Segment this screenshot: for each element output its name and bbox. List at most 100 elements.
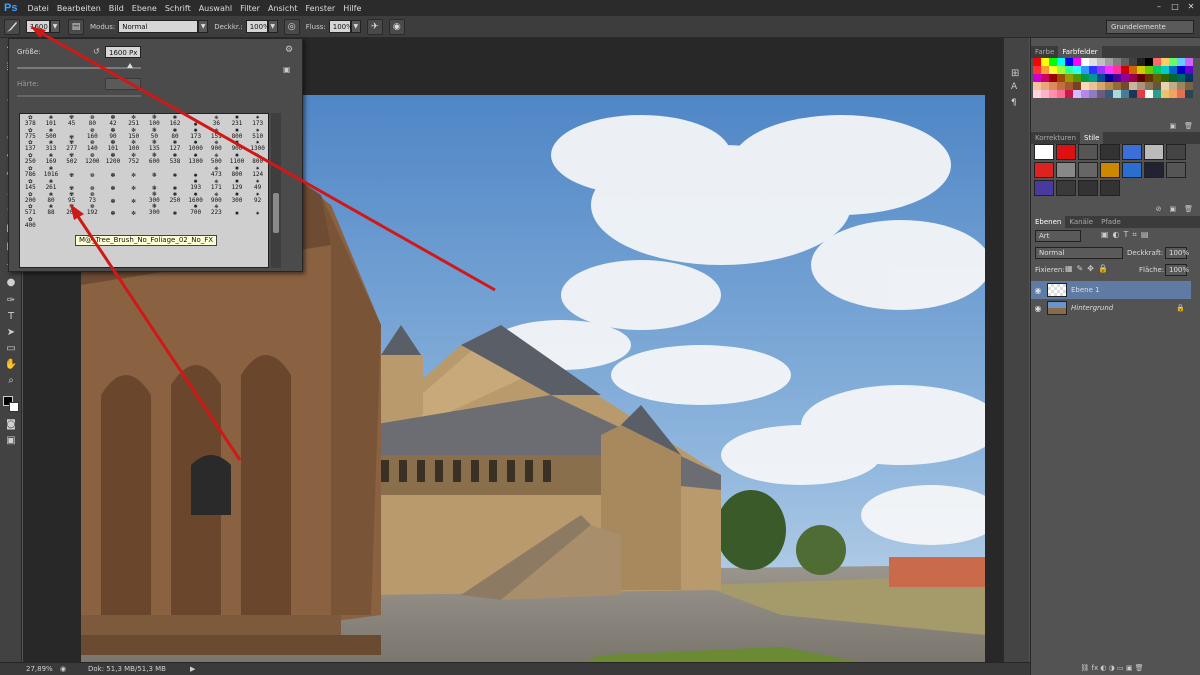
airbrush-icon[interactable]: ✈ bbox=[366, 18, 383, 35]
style-preset[interactable] bbox=[1078, 180, 1098, 196]
styles-grid[interactable] bbox=[1034, 144, 1186, 196]
brush-preset-cell[interactable]: ✸ bbox=[227, 204, 248, 217]
brush-preset-cell[interactable]: ❀ 88 bbox=[41, 203, 62, 217]
menu-datei[interactable]: Datei bbox=[23, 4, 52, 13]
menu-ansicht[interactable]: Ansicht bbox=[264, 4, 302, 13]
color-swatch[interactable] bbox=[1137, 58, 1145, 66]
brush-preset-cell[interactable]: ✿ 400 bbox=[20, 216, 41, 230]
color-swatch[interactable] bbox=[1065, 82, 1073, 90]
brush-preset-cell[interactable]: ✻ bbox=[123, 178, 144, 191]
color-swatch[interactable] bbox=[1153, 66, 1161, 74]
brush-preset-cell[interactable]: ✻ bbox=[123, 204, 144, 217]
style-preset[interactable] bbox=[1122, 144, 1142, 160]
style-preset[interactable] bbox=[1056, 162, 1076, 178]
color-swatch[interactable] bbox=[1065, 58, 1073, 66]
history-panel-icon[interactable]: ⊞ bbox=[1011, 68, 1019, 79]
menu-ebene[interactable]: Ebene bbox=[128, 4, 161, 13]
style-preset[interactable] bbox=[1144, 162, 1164, 178]
play-icon[interactable]: ▶ bbox=[190, 665, 195, 673]
color-swatch[interactable] bbox=[1057, 66, 1065, 74]
shape-tool-icon[interactable]: ▭ bbox=[4, 342, 18, 356]
style-preset[interactable] bbox=[1034, 144, 1054, 160]
brush-grid-scroll-thumb[interactable] bbox=[273, 193, 279, 233]
clear-style-icon[interactable]: ⊘ bbox=[1156, 205, 1162, 215]
color-swatch[interactable] bbox=[1185, 66, 1193, 74]
swatch-grid[interactable] bbox=[1033, 58, 1193, 98]
color-swatch[interactable] bbox=[1073, 90, 1081, 98]
tab-pfade[interactable]: Pfade bbox=[1097, 216, 1125, 228]
color-swatch[interactable] bbox=[1161, 66, 1169, 74]
color-swatch[interactable] bbox=[1057, 58, 1065, 66]
maximize-button[interactable]: □ bbox=[1170, 2, 1180, 12]
zoom-level[interactable]: 27,89% bbox=[26, 665, 56, 673]
pressure-size-icon[interactable]: ◉ bbox=[388, 18, 405, 35]
style-preset[interactable] bbox=[1100, 144, 1120, 160]
brush-preset-cell[interactable]: ✽ bbox=[103, 204, 124, 217]
style-preset[interactable] bbox=[1034, 180, 1054, 196]
tab-farbfelder[interactable]: Farbfelder bbox=[1058, 46, 1102, 58]
style-preset[interactable] bbox=[1056, 180, 1076, 196]
color-swatch[interactable] bbox=[1041, 82, 1049, 90]
color-swatch[interactable] bbox=[1081, 74, 1089, 82]
paragraph-panel-icon[interactable]: ¶ bbox=[1011, 98, 1017, 108]
color-swatch[interactable] bbox=[1057, 90, 1065, 98]
trash-icon[interactable]: 🗑 bbox=[1184, 122, 1193, 132]
brush-preset-cell[interactable]: ❁ 1200 bbox=[82, 152, 103, 166]
new-swatch-icon[interactable]: ▣ bbox=[1169, 122, 1176, 132]
chevron-down-icon[interactable]: ▼ bbox=[198, 20, 209, 33]
brush-preset-cell[interactable]: ❃ bbox=[144, 178, 165, 191]
brush-preset-cell[interactable]: ✺ 162 bbox=[165, 114, 186, 127]
brush-preset-cell[interactable]: ❁ 80 bbox=[82, 114, 103, 127]
color-swatch[interactable] bbox=[1145, 82, 1153, 90]
style-preset[interactable] bbox=[1078, 144, 1098, 160]
color-swatch[interactable] bbox=[1137, 66, 1145, 74]
color-swatch[interactable] bbox=[1081, 66, 1089, 74]
brush-panel-toggle-icon[interactable]: ▤ bbox=[68, 18, 84, 35]
brush-preset-cell[interactable]: ❋ 171 bbox=[206, 177, 227, 191]
color-swatch[interactable] bbox=[1073, 74, 1081, 82]
brush-preset-cell[interactable]: ❁ bbox=[82, 165, 103, 178]
brush-preset-cell[interactable]: ❁ 192 bbox=[82, 203, 103, 217]
style-preset[interactable] bbox=[1144, 144, 1164, 160]
chevron-down-icon[interactable]: ▼ bbox=[50, 20, 60, 33]
color-swatch[interactable] bbox=[1169, 74, 1177, 82]
color-swatch[interactable] bbox=[1041, 58, 1049, 66]
color-swatch[interactable] bbox=[1105, 74, 1113, 82]
brush-preset-cell[interactable]: ❃ 600 bbox=[144, 152, 165, 166]
brush-preset-cell[interactable]: ✷ 49 bbox=[247, 177, 268, 191]
color-swatch[interactable] bbox=[1153, 74, 1161, 82]
color-swatch[interactable] bbox=[1185, 74, 1193, 82]
brush-preset-cell[interactable]: ✹ 193 bbox=[185, 177, 206, 191]
color-swatch[interactable] bbox=[1081, 90, 1089, 98]
color-swatch[interactable] bbox=[1073, 66, 1081, 74]
brush-preset-cell[interactable]: ✷ 92 bbox=[247, 190, 268, 204]
brush-preset-cell[interactable]: ✾ bbox=[61, 165, 82, 178]
brush-preset-cell[interactable]: ✸ 300 bbox=[227, 190, 248, 204]
style-preset[interactable] bbox=[1166, 162, 1186, 178]
brush-tool-icon[interactable] bbox=[4, 18, 20, 35]
brush-grid-scrollbar[interactable] bbox=[271, 113, 281, 268]
color-swatch[interactable] bbox=[1177, 82, 1185, 90]
color-swatch[interactable] bbox=[1033, 58, 1041, 66]
color-swatch[interactable] bbox=[1089, 74, 1097, 82]
color-swatch[interactable] bbox=[1121, 74, 1129, 82]
brush-preset-cell[interactable]: ✷ bbox=[247, 204, 268, 217]
color-swatch[interactable] bbox=[1161, 74, 1169, 82]
color-swatch[interactable] bbox=[1113, 90, 1121, 98]
brush-preset-cell[interactable]: ✽ 42 bbox=[103, 114, 124, 127]
color-swatch[interactable] bbox=[1089, 90, 1097, 98]
color-swatch[interactable] bbox=[1033, 90, 1041, 98]
color-swatch[interactable] bbox=[1169, 66, 1177, 74]
layer-filter-select[interactable]: Art bbox=[1035, 230, 1081, 242]
color-swatch[interactable] bbox=[1129, 58, 1137, 66]
color-swatch[interactable] bbox=[1145, 74, 1153, 82]
new-preset-icon[interactable]: ▣ bbox=[283, 65, 291, 74]
color-swatch[interactable] bbox=[1121, 90, 1129, 98]
color-swatch[interactable] bbox=[1065, 90, 1073, 98]
color-swatch[interactable] bbox=[1089, 82, 1097, 90]
color-swatch[interactable] bbox=[1113, 58, 1121, 66]
modus-select[interactable]: Normal bbox=[118, 20, 199, 33]
color-swatch[interactable] bbox=[1129, 90, 1137, 98]
layer-name[interactable]: Hintergrund bbox=[1071, 304, 1113, 312]
brush-preset-cell[interactable]: ✺ bbox=[165, 204, 186, 217]
